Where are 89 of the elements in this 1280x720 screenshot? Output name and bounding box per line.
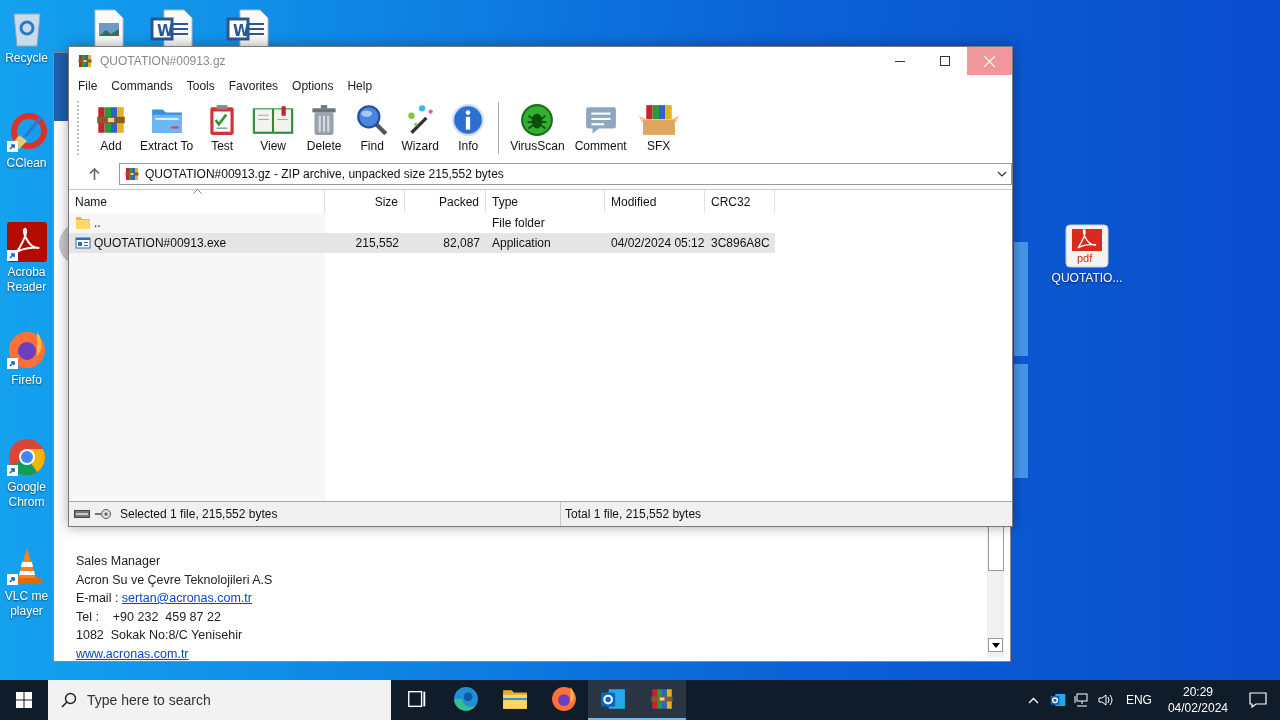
acrobat-reader-icon bbox=[6, 222, 47, 262]
menu-item[interactable]: Help bbox=[341, 77, 379, 95]
toolbar-button[interactable]: SFX bbox=[631, 101, 686, 155]
program-icon bbox=[75, 235, 91, 251]
column-header[interactable]: Type bbox=[486, 190, 605, 213]
taskbar-button[interactable] bbox=[588, 680, 637, 720]
start-icon bbox=[16, 692, 32, 708]
scrollbar-thumb[interactable] bbox=[988, 525, 1004, 571]
drive-icon bbox=[74, 510, 90, 518]
column-header[interactable]: Modified bbox=[605, 190, 705, 213]
language-indicator[interactable]: ENG bbox=[1117, 693, 1160, 707]
toolbar-button[interactable]: VirusScan bbox=[505, 101, 570, 155]
table-cell: Application bbox=[492, 236, 551, 250]
chevron-down-icon bbox=[997, 171, 1007, 177]
search-icon bbox=[61, 692, 77, 708]
status-text: Total 1 file, 215,552 bytes bbox=[564, 507, 703, 521]
edge-icon bbox=[452, 686, 479, 712]
firefox-icon bbox=[550, 686, 577, 712]
file-row[interactable]: .. File folder bbox=[69, 213, 775, 233]
desktop-file[interactable]: pdf QUOTATIO... bbox=[1049, 224, 1125, 286]
file-name: .. bbox=[94, 216, 101, 230]
broom-icon bbox=[6, 113, 47, 153]
close-icon bbox=[984, 55, 995, 67]
toolbar-button[interactable]: Comment bbox=[569, 101, 632, 155]
table-cell: 215,552 bbox=[355, 236, 399, 250]
mail-app-icon bbox=[1049, 692, 1066, 708]
column-header[interactable]: CRC32 bbox=[705, 190, 775, 213]
column-header[interactable]: Name bbox=[69, 190, 325, 213]
bug-icon bbox=[520, 103, 555, 137]
table-cell: File folder bbox=[492, 216, 545, 230]
key-icon bbox=[94, 508, 112, 520]
table-cell: 82,087 bbox=[443, 236, 480, 250]
info-icon bbox=[451, 103, 486, 137]
toolbar-button[interactable]: Extract To bbox=[135, 101, 199, 155]
sort-caret-icon bbox=[192, 189, 202, 194]
box-icon bbox=[636, 103, 681, 137]
network-icon bbox=[1073, 693, 1090, 707]
search-icon bbox=[355, 103, 390, 137]
search-field[interactable]: Type here to search bbox=[48, 680, 391, 720]
column-header[interactable]: Size bbox=[325, 190, 405, 213]
toolbar-button[interactable]: Delete bbox=[300, 101, 349, 155]
menu-item[interactable]: Options bbox=[286, 77, 340, 95]
signature-line: E-mail : sertan@acronas.com.tr bbox=[76, 590, 253, 607]
scrollbar[interactable] bbox=[987, 525, 1004, 657]
email-link[interactable]: sertan@acronas.com.tr bbox=[121, 591, 252, 605]
minimize-icon bbox=[894, 60, 905, 62]
clock[interactable]: 20:29 04/02/2024 bbox=[1159, 684, 1236, 716]
file-name: QUOTATION#00913.exe bbox=[94, 236, 227, 250]
menu-item[interactable]: Commands bbox=[105, 77, 179, 95]
website-link[interactable]: www.acronas.com.tr bbox=[76, 644, 273, 663]
book-icon bbox=[251, 103, 296, 137]
toolbar-button[interactable]: Test bbox=[198, 101, 247, 155]
speech-bubble-icon bbox=[1249, 692, 1267, 708]
table-cell: 04/02/2024 05:12 bbox=[611, 236, 705, 250]
toolbar-button[interactable]: View bbox=[246, 101, 301, 155]
menu-item[interactable]: File bbox=[72, 77, 104, 95]
mail-app-icon bbox=[599, 686, 626, 712]
column-header[interactable]: Packed bbox=[405, 190, 486, 213]
chevron-up-icon bbox=[1028, 696, 1040, 704]
address-field[interactable]: QUOTATION#00913.gz - ZIP archive, unpacked size 215,552 bytes bbox=[119, 163, 1012, 185]
signature-line: 1082 Sokak No:8/C Yenisehir bbox=[76, 627, 244, 644]
scroll-down-button[interactable] bbox=[988, 638, 1003, 652]
pdf-file-icon bbox=[1065, 224, 1109, 268]
folder-icon bbox=[75, 215, 91, 231]
signature-line: Sales Manager bbox=[76, 553, 162, 570]
table-cell: 3C896A8C bbox=[711, 236, 770, 250]
caret-down-icon bbox=[991, 642, 1000, 648]
toolbar-button[interactable]: Info bbox=[444, 101, 493, 155]
archive-books-icon bbox=[124, 166, 140, 182]
toolbar-button[interactable]: Find bbox=[348, 101, 397, 155]
app-icon bbox=[77, 53, 93, 69]
archive-books-icon bbox=[648, 686, 675, 712]
firefox-icon bbox=[6, 330, 47, 370]
toolbar-button[interactable]: Add bbox=[87, 101, 135, 155]
file-type-label: pdf bbox=[1077, 251, 1093, 266]
chrome-icon bbox=[6, 437, 47, 477]
status-text: Selected 1 file, 215,552 bytes bbox=[120, 507, 278, 521]
toolbar-button[interactable]: Wizard bbox=[396, 101, 445, 155]
signature-line: Acron Su ve Çevre Teknolojileri A.S bbox=[76, 571, 273, 589]
file-row[interactable]: QUOTATION#00913.exe 215,552 82,087 Application 04/02/2024 05:12 3C896A8C bbox=[69, 233, 775, 253]
menu-item[interactable]: Favorites bbox=[222, 77, 285, 95]
signature-line: Tel : +90 232 459 87 22 bbox=[76, 608, 222, 626]
menu-item[interactable]: Tools bbox=[180, 77, 221, 95]
maximize-icon bbox=[939, 56, 950, 66]
task-view-icon bbox=[405, 688, 428, 710]
window-title: QUOTATION#00913.gz bbox=[100, 54, 227, 68]
volume-icon bbox=[1097, 693, 1114, 707]
taskbar-button[interactable] bbox=[637, 680, 686, 720]
arrow-up-icon bbox=[88, 168, 100, 180]
